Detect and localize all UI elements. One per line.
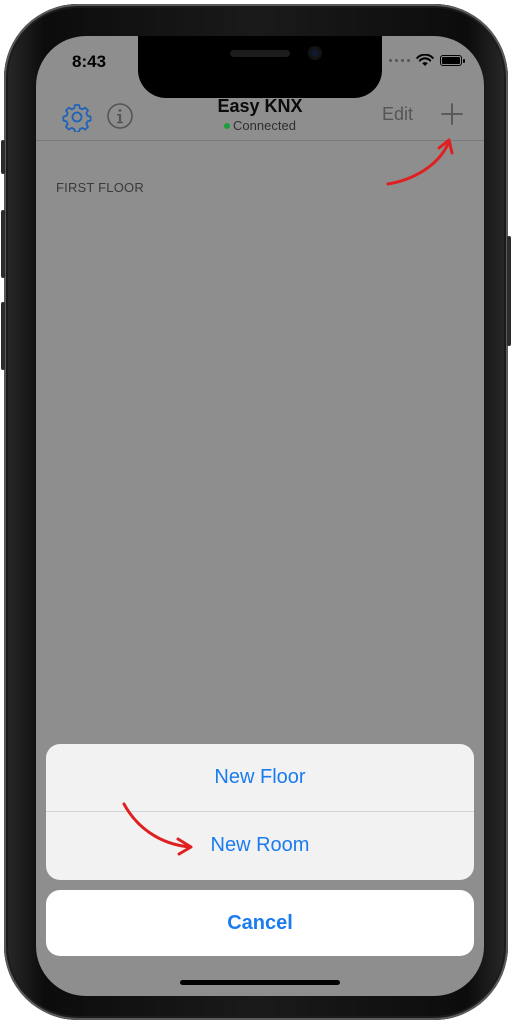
- nav-title: Easy KNX: [217, 96, 303, 116]
- edit-button[interactable]: Edit: [382, 104, 413, 125]
- connection-status: Connected: [36, 118, 484, 133]
- signal-dots-icon: [389, 59, 410, 62]
- battery-icon: [440, 55, 465, 66]
- plus-icon[interactable]: [440, 102, 464, 126]
- volume-down-button: [1, 302, 5, 370]
- status-dot-icon: [224, 122, 231, 129]
- wifi-icon: [416, 54, 434, 66]
- section-header-floor: FIRST FLOOR: [56, 180, 144, 195]
- screen: 8:43 Easy KNX Connected Edit FIRST FLOOR…: [36, 36, 484, 996]
- navigation-bar: Easy KNX Connected Edit: [36, 96, 484, 141]
- action-sheet: New Floor New Room: [46, 744, 474, 880]
- volume-up-button: [1, 210, 5, 278]
- cancel-button[interactable]: Cancel: [46, 890, 474, 956]
- connection-status-label: Connected: [233, 118, 296, 133]
- status-icons: [389, 54, 465, 67]
- phone-frame: 8:43 Easy KNX Connected Edit FIRST FLOOR…: [1, 4, 511, 1020]
- new-floor-button[interactable]: New Floor: [46, 744, 474, 811]
- annotation-arrow-icon: [386, 138, 454, 186]
- home-indicator[interactable]: [180, 980, 340, 985]
- front-camera: [308, 46, 322, 60]
- status-time: 8:43: [72, 52, 107, 71]
- power-button: [507, 236, 511, 346]
- notch: [138, 36, 382, 98]
- new-room-button[interactable]: New Room: [46, 812, 474, 879]
- mute-switch: [1, 140, 5, 174]
- speaker-grille: [230, 50, 290, 57]
